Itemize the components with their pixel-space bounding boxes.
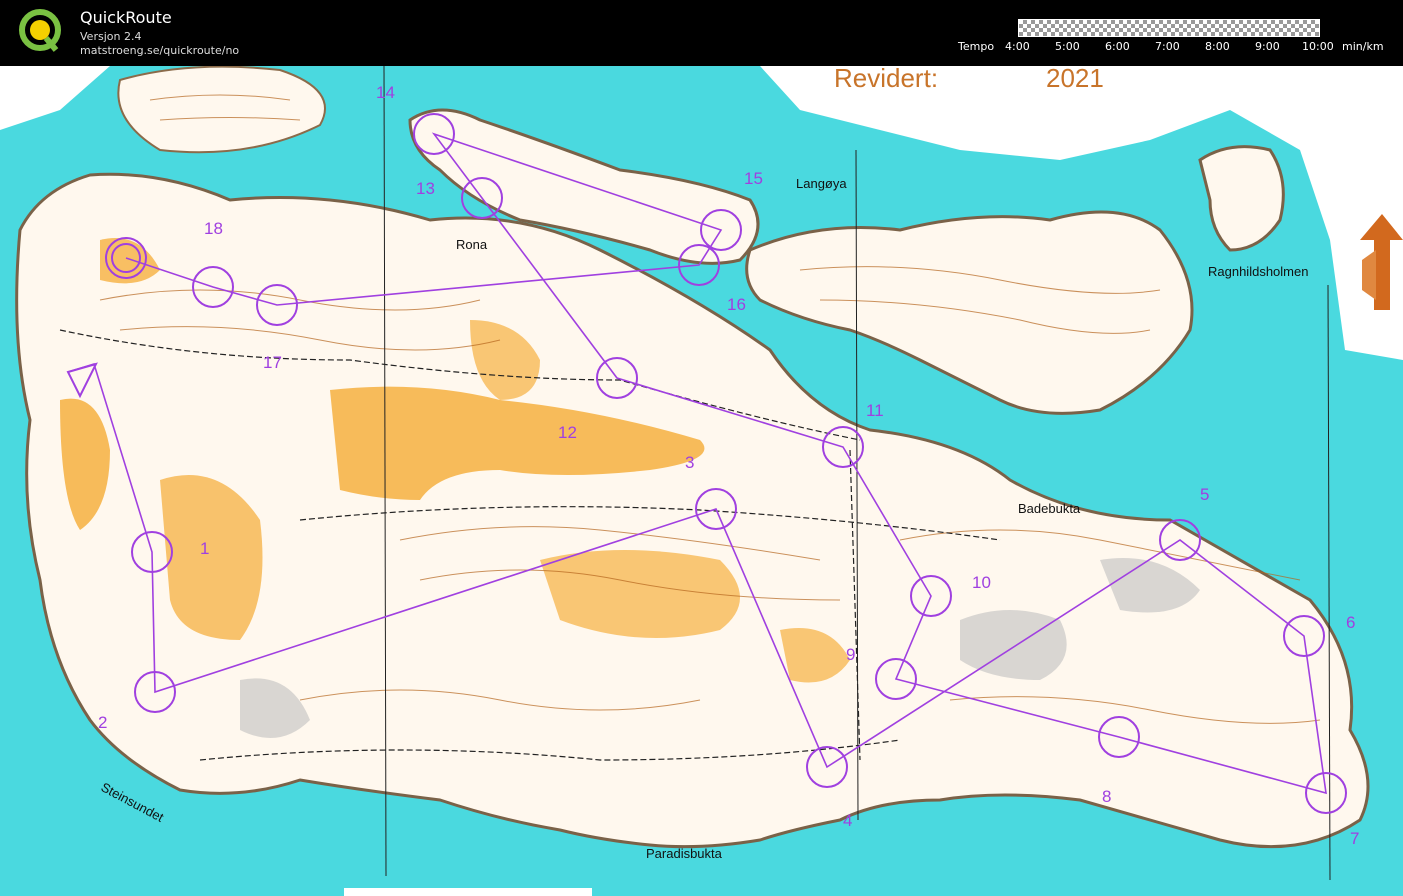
tempo-scale-bar xyxy=(1018,19,1320,37)
control-number-5: 5 xyxy=(1200,485,1209,504)
control-number-13: 13 xyxy=(416,179,435,198)
tempo-tick: 5:00 xyxy=(1055,40,1080,53)
tempo-tick: 4:00 xyxy=(1005,40,1030,53)
place-badebukta: Badebukta xyxy=(1018,501,1081,516)
tempo-unit: min/km xyxy=(1342,40,1384,53)
control-number-3: 3 xyxy=(685,453,694,472)
revision-label: Revidert: xyxy=(834,66,938,93)
control-number-14: 14 xyxy=(376,83,395,102)
tempo-tick: 6:00 xyxy=(1105,40,1130,53)
control-number-9: 9 xyxy=(846,645,855,664)
paper-area xyxy=(344,888,592,896)
quickroute-logo-icon xyxy=(19,9,61,52)
place-ragnhildsholmen: Ragnhildsholmen xyxy=(1208,264,1308,279)
control-number-8: 8 xyxy=(1102,787,1111,806)
app-version: Versjon 2.4 xyxy=(80,30,142,43)
control-number-15: 15 xyxy=(744,169,763,188)
control-number-12: 12 xyxy=(558,423,577,442)
control-number-2: 2 xyxy=(98,713,107,732)
control-number-10: 10 xyxy=(972,573,991,592)
control-number-17: 17 xyxy=(263,353,282,372)
revision-year: 2021 xyxy=(1046,66,1104,93)
control-number-4: 4 xyxy=(843,811,852,830)
control-number-11: 11 xyxy=(866,401,884,420)
app-title: QuickRoute xyxy=(80,8,172,27)
tempo-tick: 8:00 xyxy=(1205,40,1230,53)
app-header: QuickRoute Versjon 2.4 matstroeng.se/qui… xyxy=(0,0,1403,66)
control-number-6: 6 xyxy=(1346,613,1355,632)
control-number-7: 7 xyxy=(1350,829,1359,848)
control-number-16: 16 xyxy=(727,295,746,314)
place-paradisbukta: Paradisbukta xyxy=(646,846,723,861)
tempo-tick: 9:00 xyxy=(1255,40,1280,53)
orienteering-map[interactable]: 1 2 3 4 5 6 7 8 9 10 11 12 13 14 15 16 1… xyxy=(0,66,1403,896)
control-number-18: 18 xyxy=(204,219,223,238)
app-url: matstroeng.se/quickroute/no xyxy=(80,44,240,57)
place-rona: Rona xyxy=(456,237,488,252)
place-langoya: Langøya xyxy=(796,176,847,191)
control-number-1: 1 xyxy=(200,539,209,558)
tempo-label: Tempo xyxy=(958,40,995,53)
tempo-tick: 10:00 xyxy=(1302,40,1334,53)
tempo-tick: 7:00 xyxy=(1155,40,1180,53)
